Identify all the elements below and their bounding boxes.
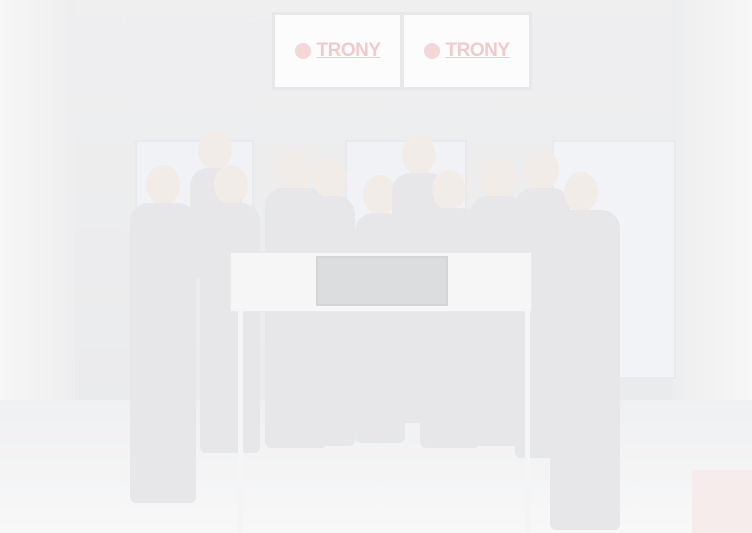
haze-overlay <box>0 0 752 533</box>
photo: TRONY TRONY <box>0 0 752 533</box>
